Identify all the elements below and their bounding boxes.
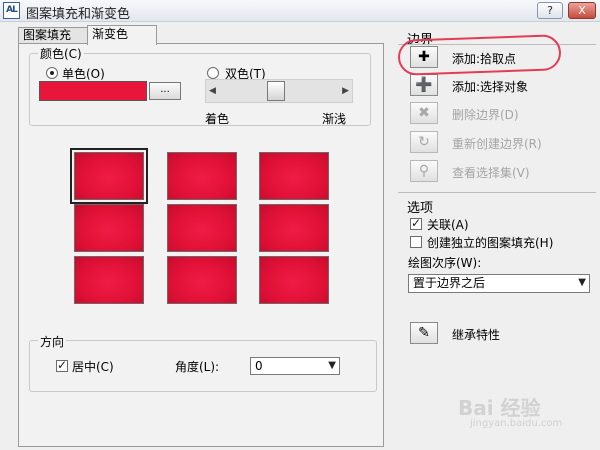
slider-thumb[interactable] bbox=[267, 81, 285, 101]
window-title: 图案填充和渐变色 bbox=[26, 7, 131, 22]
tint-label: 着色 bbox=[205, 112, 230, 126]
add-select-objects-button[interactable]: 添加:选择对象 bbox=[452, 78, 528, 95]
separate-hatches-label: 创建独立的图案填充(H) bbox=[427, 236, 554, 250]
select-objects-icon[interactable]: ➕ bbox=[410, 74, 438, 96]
color-swatch bbox=[39, 81, 147, 101]
shade-label: 渐浅 bbox=[322, 112, 347, 126]
gradient-swatch-1[interactable] bbox=[70, 148, 148, 204]
help-button[interactable]: ? bbox=[537, 2, 563, 19]
gradient-swatch-5[interactable] bbox=[167, 204, 237, 252]
view-selection-icon: ⚲ bbox=[410, 160, 438, 182]
angle-value: 0 bbox=[255, 359, 263, 373]
gradient-swatch-6[interactable] bbox=[259, 204, 329, 252]
inherit-properties-button[interactable]: 继承特性 bbox=[452, 326, 500, 343]
centered-checkbox[interactable] bbox=[56, 358, 68, 372]
separate-hatches-checkbox[interactable] bbox=[410, 236, 422, 248]
title-bar: AL 图案填充和渐变色 ? X bbox=[0, 0, 600, 22]
two-color-radio[interactable] bbox=[207, 67, 219, 79]
inherit-properties-icon[interactable]: ✎ bbox=[410, 322, 438, 344]
color-group-label: 颜色(C) bbox=[38, 45, 84, 62]
remove-boundaries-button: 删除边界(D) bbox=[452, 108, 519, 122]
chevron-down-icon[interactable]: ▼ bbox=[328, 358, 336, 374]
recreate-boundary-icon: ↻ bbox=[410, 131, 438, 153]
associative-label: 关联(A) bbox=[427, 218, 469, 232]
gradient-swatch-2[interactable] bbox=[167, 152, 237, 200]
gradient-swatch-4[interactable] bbox=[74, 204, 144, 252]
view-selections-button: 查看选择集(V) bbox=[452, 166, 530, 180]
remove-boundary-icon: ✖ bbox=[410, 102, 438, 124]
centered-label: 居中(C) bbox=[72, 360, 114, 374]
gradient-swatch-8[interactable] bbox=[167, 256, 237, 304]
chevron-down-icon[interactable]: ▼ bbox=[578, 275, 586, 291]
gradient-swatch-7[interactable] bbox=[74, 256, 144, 304]
tab-gradient[interactable]: 渐变色 bbox=[87, 25, 157, 45]
watermark-url: jingyan.baidu.com bbox=[470, 418, 563, 429]
slider-left-arrow-icon[interactable]: ◀ bbox=[209, 86, 216, 96]
single-color-label: 单色(O) bbox=[62, 67, 105, 81]
annotation-highlight-ring bbox=[397, 34, 562, 76]
close-button[interactable]: X bbox=[568, 2, 596, 19]
draw-order-dropdown[interactable]: 置于边界之后 ▼ bbox=[408, 274, 590, 293]
watermark-logo: Bai 经验 bbox=[458, 396, 541, 420]
tab-hatch[interactable]: 图案填充 bbox=[18, 27, 88, 44]
options-divider bbox=[398, 192, 596, 193]
tint-shade-slider[interactable]: ◀ ▶ bbox=[205, 79, 353, 103]
gradient-swatch-9[interactable] bbox=[259, 256, 329, 304]
associative-checkbox[interactable] bbox=[410, 216, 422, 230]
direction-group-label: 方向 bbox=[38, 333, 67, 350]
single-color-radio[interactable] bbox=[46, 67, 58, 79]
app-icon: AL bbox=[3, 2, 20, 19]
slider-right-arrow-icon[interactable]: ▶ bbox=[342, 86, 349, 96]
browse-color-button[interactable]: ... bbox=[149, 82, 181, 100]
gradient-swatch-3[interactable] bbox=[259, 152, 329, 200]
options-section-title: 选项 bbox=[407, 201, 434, 216]
angle-label: 角度(L): bbox=[175, 360, 220, 374]
draw-order-value: 置于边界之后 bbox=[413, 276, 486, 290]
draw-order-label: 绘图次序(W): bbox=[408, 256, 482, 270]
angle-dropdown[interactable]: 0 ▼ bbox=[250, 357, 340, 375]
recreate-boundary-button: 重新创建边界(R) bbox=[452, 137, 542, 151]
